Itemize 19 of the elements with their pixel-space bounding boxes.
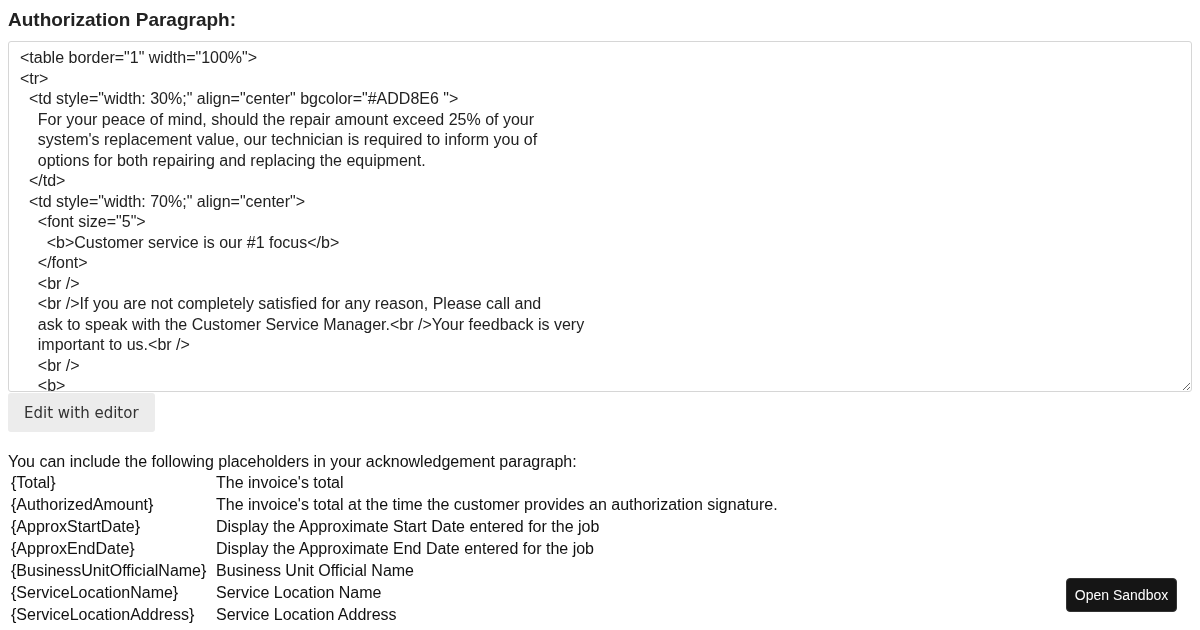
placeholder-description: Display the Approximate End Date entered for the job	[216, 539, 595, 558]
placeholder-token: {ServiceLocationName}	[11, 583, 180, 602]
placeholder-description: Service Location Name	[216, 583, 383, 602]
placeholder-token: {ApproxStartDate}	[11, 517, 141, 536]
placeholder-token: {AuthorizedAmount}	[11, 495, 155, 514]
placeholder-token: {ServiceLocationAddress}	[11, 605, 196, 624]
placeholders-intro: You can include the following placeholders in your acknowledgement paragraph:	[8, 452, 578, 471]
placeholder-token: {BusinessUnitOfficialName}	[11, 561, 208, 580]
placeholder-token: {Total}	[11, 473, 57, 492]
code-textarea[interactable]: <table border="1" width="100%"> <tr> <td style="width: 30%;" align="center" bgcolor="#ADD8E6 "> For your peace of mind, should the repair amount exceed 25% of your system's replacement value, our technician is required to inform you of options for both repairing and replacing the equipment. </td> <td style="width: 70%;" align="center"> <font size="5"> <b>Customer service is our #1 focus</b> </font> <br /> <br />If you are not completely satisfied for any reason, Please call and ask to speak with the Customer Service Manager.<br />Your feedback is very important to us.<br /> <br /> <b>	[8, 41, 1192, 392]
placeholder-description: The invoice's total at the time the customer provides an authorization signature.	[216, 495, 778, 514]
section-heading: Authorization Paragraph:	[8, 8, 237, 32]
edit-with-editor-button[interactable]: Edit with editor	[8, 393, 155, 432]
placeholder-description: Display the Approximate Start Date entered for the job	[216, 517, 601, 536]
placeholder-description: Service Location Address	[216, 605, 398, 624]
placeholder-token: {ApproxEndDate}	[11, 539, 136, 558]
placeholder-description: The invoice's total	[216, 473, 345, 492]
placeholder-description: Business Unit Official Name	[216, 561, 415, 580]
open-sandbox-button[interactable]: Open Sandbox	[1066, 578, 1177, 612]
